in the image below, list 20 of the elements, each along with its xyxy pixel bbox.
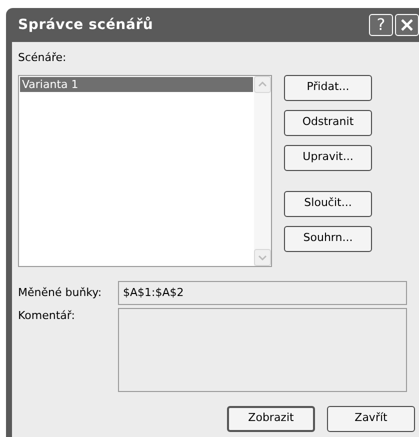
list-item[interactable]: Varianta 1: [20, 76, 253, 92]
comment-label: Komentář:: [18, 308, 76, 324]
changing-cells-field[interactable]: $A$1:$A$2: [118, 280, 407, 304]
action-button[interactable]: Sloučit...: [284, 190, 372, 216]
comment-field[interactable]: [118, 308, 407, 392]
changing-cells-label: Měněné buňky:: [18, 284, 103, 300]
close-icon: [400, 18, 414, 32]
scenarios-label: Scénáře:: [18, 50, 66, 66]
scroll-down-icon[interactable]: [254, 248, 271, 266]
scenario-list[interactable]: Varianta 1: [18, 74, 272, 266]
action-button[interactable]: Odstranit: [284, 110, 372, 136]
action-button[interactable]: Upravit...: [284, 144, 372, 170]
help-button[interactable]: ?: [369, 14, 393, 36]
scroll-up-icon[interactable]: [254, 76, 271, 92]
action-button[interactable]: Souhrn...: [284, 226, 372, 252]
action-button[interactable]: Přidat...: [284, 74, 372, 100]
dialog-button[interactable]: Zobrazit: [227, 406, 315, 432]
close-button[interactable]: [395, 14, 419, 36]
dialog-button[interactable]: Zavřít: [327, 406, 415, 432]
window-title: Správce scénářů: [18, 16, 154, 34]
